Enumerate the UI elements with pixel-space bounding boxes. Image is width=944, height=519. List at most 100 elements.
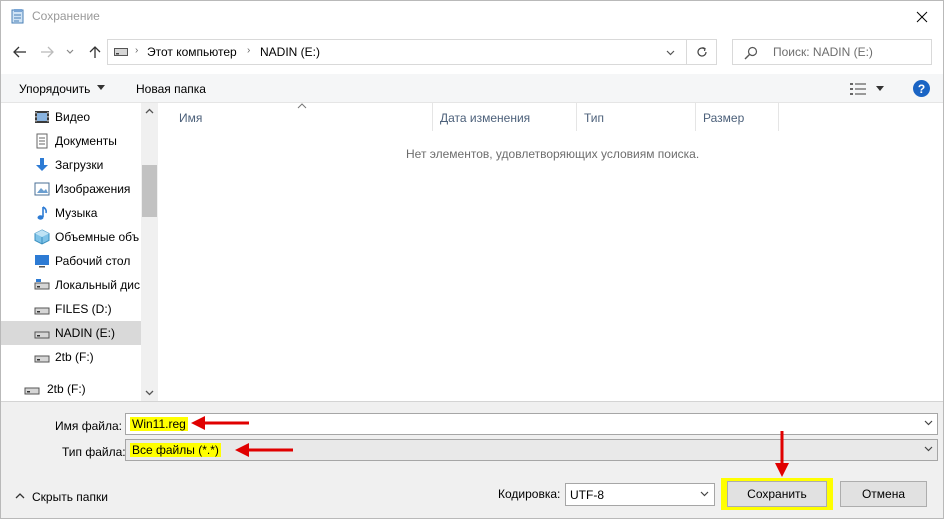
scroll-up-button[interactable] (144, 106, 155, 116)
nav-item-label: Локальный дис (55, 278, 140, 292)
back-button[interactable] (10, 42, 30, 62)
video-icon (35, 111, 49, 123)
filetype-select[interactable]: Все файлы (*.*) (125, 439, 938, 461)
view-details-icon[interactable] (850, 83, 866, 95)
search-box[interactable]: Поиск: NADIN (E:) (732, 39, 932, 65)
filetype-value: Все файлы (*.*) (130, 443, 221, 457)
encoding-label: Кодировка: (498, 487, 561, 501)
nav-item-label: 2tb (F:) (47, 382, 86, 396)
nav-item-label: Музыка (55, 206, 98, 220)
pictures-icon (34, 182, 50, 196)
chevron-up-icon (15, 493, 25, 499)
chevron-down-icon (666, 50, 674, 56)
nav-item-2tb-f[interactable]: 2tb (F:) (1, 345, 141, 369)
encoding-select[interactable]: UTF-8 (565, 483, 715, 506)
column-header-date[interactable]: Дата изменения (434, 103, 577, 131)
address-bar[interactable]: › Этот компьютер › NADIN (E:) (107, 39, 687, 65)
music-icon (37, 206, 47, 220)
new-folder-button[interactable]: Новая папка (136, 82, 206, 96)
caret-down-icon (97, 85, 105, 90)
nav-item-files-d[interactable]: FILES (D:) (1, 297, 141, 321)
breadcrumb-nadin[interactable]: NADIN (E:) (260, 45, 320, 59)
chevron-down-icon (66, 49, 74, 54)
nav-item-label: Видео (55, 110, 91, 124)
nav-item-label: Объемные объ (55, 230, 140, 244)
nav-item-label: Рабочий стол (55, 254, 131, 268)
nav-item-2tb-f-root[interactable]: 2tb (F:) (1, 377, 141, 401)
title-bar: Сохранение (1, 1, 943, 32)
3d-objects-icon (34, 229, 50, 245)
hide-folders-label: Скрыть папки (32, 490, 108, 504)
column-header-size[interactable]: Размер (697, 103, 779, 131)
nav-item-label: FILES (D:) (55, 302, 112, 316)
address-row: › Этот компьютер › NADIN (E:) Поиск: NAD… (1, 35, 943, 69)
drive-icon (34, 331, 50, 339)
documents-icon (36, 133, 48, 149)
column-header-name[interactable]: Имя (173, 103, 433, 131)
filename-label: Имя файла: (55, 419, 122, 433)
nav-item-downloads[interactable]: Загрузки (1, 153, 141, 177)
drive-icon (34, 355, 50, 363)
arrow-right-icon (41, 46, 54, 58)
notepad-icon (11, 9, 24, 24)
breadcrumb-separator: › (247, 45, 251, 56)
close-button[interactable] (899, 1, 943, 32)
drive-icon (114, 48, 128, 56)
column-header-type[interactable]: Тип (578, 103, 696, 131)
chevron-down-icon[interactable] (924, 420, 933, 426)
cancel-button[interactable]: Отмена (840, 481, 927, 507)
up-button[interactable] (85, 42, 105, 62)
close-icon (916, 11, 928, 22)
nav-item-desktop[interactable]: Рабочий стол (1, 249, 141, 273)
chevron-down-icon (145, 390, 154, 396)
command-bar: Упорядочить Новая папка ? (1, 74, 943, 103)
address-dropdown-button[interactable] (660, 44, 680, 62)
nav-item-3d-objects[interactable]: Объемные объ (1, 225, 141, 249)
encoding-value: UTF-8 (570, 488, 604, 502)
drive-icon (24, 387, 40, 395)
nav-item-label: 2tb (F:) (55, 350, 94, 364)
save-button[interactable]: Сохранить (727, 481, 827, 507)
nav-item-music[interactable]: Музыка (1, 201, 141, 225)
recent-locations-button[interactable] (63, 42, 77, 62)
chevron-down-icon[interactable] (924, 446, 933, 452)
filetype-label: Тип файла: (62, 445, 126, 459)
nav-item-nadin-e[interactable]: NADIN (E:) (1, 321, 141, 345)
filename-value: Win11.reg (130, 417, 188, 431)
nav-item-videos[interactable]: Видео (1, 105, 141, 129)
file-list: Имя Дата изменения Тип Размер Нет элемен… (159, 103, 943, 401)
arrow-up-icon (89, 46, 101, 58)
nav-item-label: Документы (55, 134, 117, 148)
scroll-thumb[interactable] (142, 165, 157, 217)
forward-button[interactable] (37, 42, 57, 62)
breadcrumb-separator: › (135, 45, 139, 56)
chevron-up-icon (145, 108, 154, 114)
chevron-down-icon (700, 491, 709, 497)
nav-item-label: NADIN (E:) (55, 326, 115, 340)
save-dialog: Сохранение › Этот компьютер › NADIN (E:)… (0, 0, 944, 519)
downloads-icon (36, 158, 48, 171)
nav-item-local-disk[interactable]: Локальный дис (1, 273, 141, 297)
desktop-icon (35, 255, 49, 268)
arrow-left-icon (13, 46, 26, 58)
search-placeholder: Поиск: NADIN (E:) (773, 45, 873, 59)
nav-item-documents[interactable]: Документы (1, 129, 141, 153)
drive-icon (34, 307, 50, 315)
refresh-icon (696, 46, 707, 57)
search-icon (744, 46, 758, 60)
navigation-pane: Видео Документы Загрузки Изображения Муз… (1, 103, 159, 401)
nav-scrollbar[interactable] (141, 103, 158, 401)
nav-item-pictures[interactable]: Изображения (1, 177, 141, 201)
breadcrumb-this-pc[interactable]: Этот компьютер (147, 45, 237, 59)
filename-input[interactable]: Win11.reg (125, 413, 938, 435)
refresh-button[interactable] (687, 39, 717, 65)
drive-icon (34, 279, 50, 290)
nav-item-label: Загрузки (55, 158, 104, 172)
empty-message: Нет элементов, удовлетворяющих условиям … (406, 147, 700, 161)
caret-down-icon[interactable] (876, 86, 884, 91)
scroll-down-button[interactable] (144, 388, 155, 398)
nav-item-label: Изображения (55, 182, 131, 196)
organize-button[interactable]: Упорядочить (19, 82, 90, 96)
help-button[interactable]: ? (913, 80, 930, 97)
window-title: Сохранение (32, 9, 100, 23)
